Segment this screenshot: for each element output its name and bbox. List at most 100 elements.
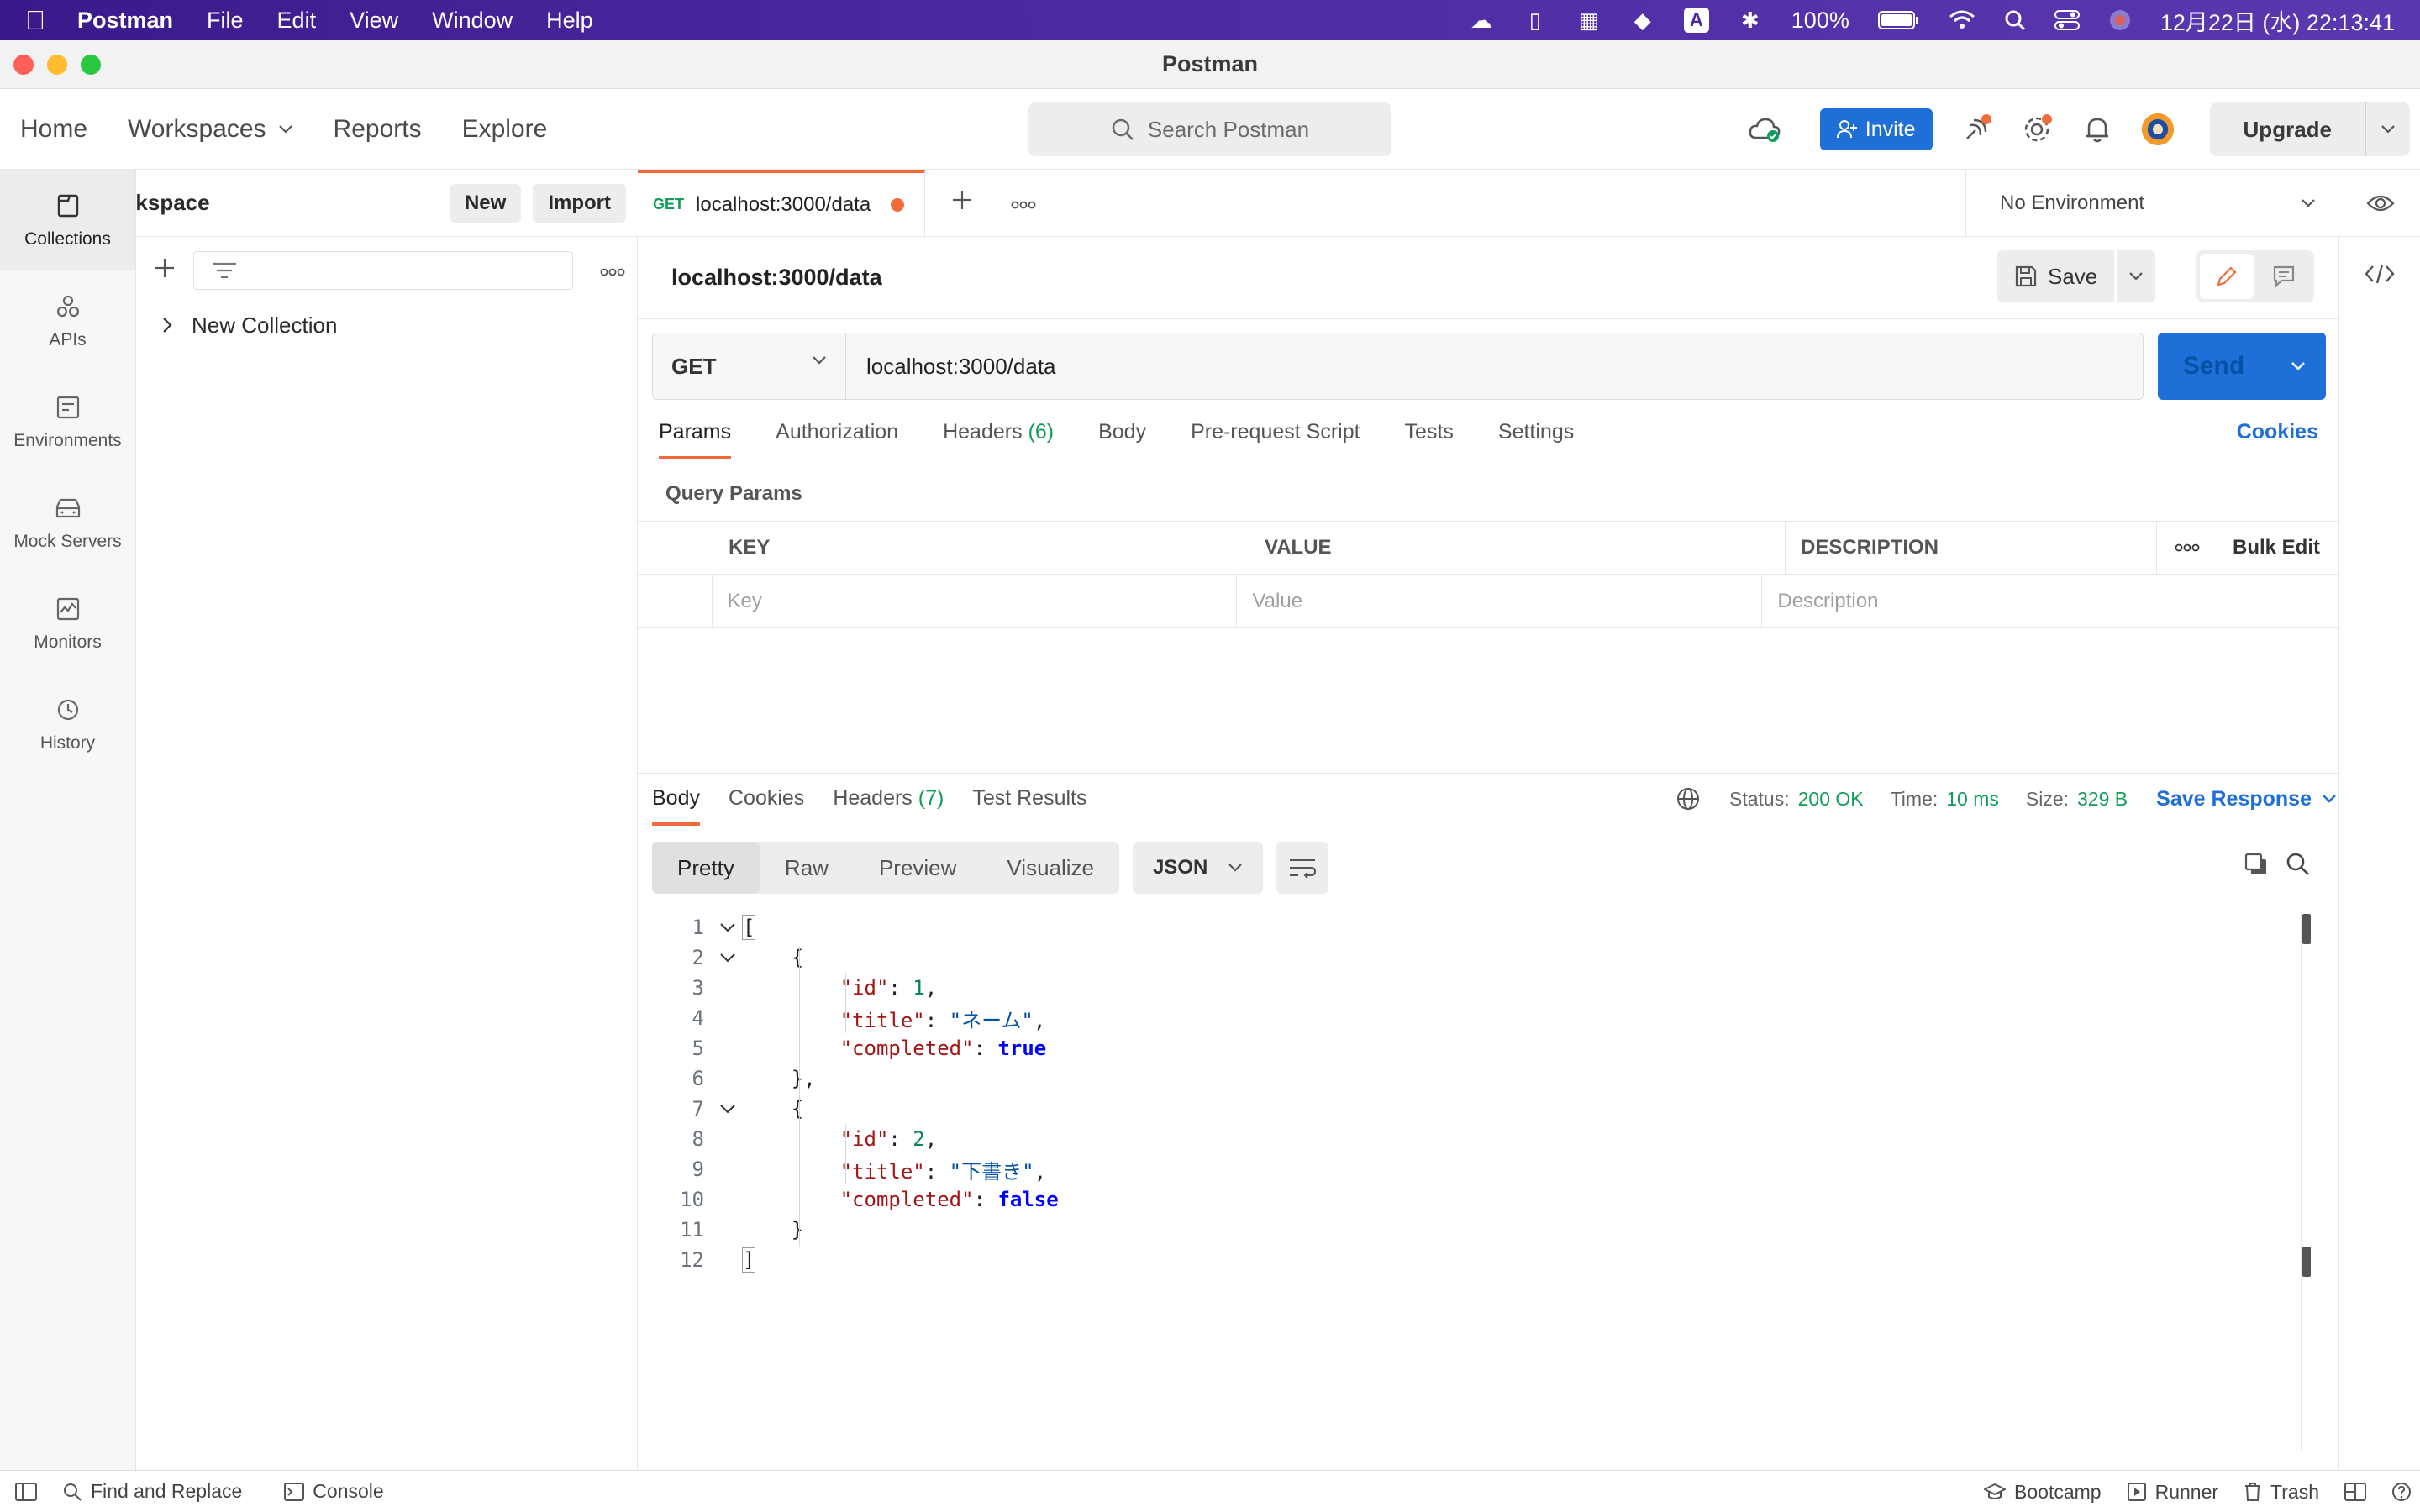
leftnav-collections[interactable]: Collections	[0, 170, 135, 270]
new-button[interactable]: New	[449, 183, 522, 223]
fold-chevron-icon[interactable]	[713, 1104, 743, 1114]
environment-quick-look-icon[interactable]	[2341, 170, 2420, 237]
layout-icon[interactable]: ▦	[1576, 8, 1602, 33]
menu-file[interactable]: File	[207, 8, 244, 34]
response-divider[interactable]	[638, 773, 2338, 774]
avatar[interactable]	[2141, 113, 2175, 146]
search-response-icon[interactable]	[2286, 852, 2311, 883]
settings-gear-icon[interactable]	[2020, 113, 2054, 146]
tab-authorization[interactable]: Authorization	[776, 420, 898, 456]
menubar-clock[interactable]: 12月22日 (水) 22:13:41	[2160, 4, 2395, 37]
filter-input[interactable]	[193, 251, 573, 290]
cloud-sync-status-icon[interactable]	[1748, 113, 1781, 146]
response-tab-cookies[interactable]: Cookies	[729, 786, 804, 822]
tab-tests[interactable]: Tests	[1405, 420, 1454, 456]
cookies-link[interactable]: Cookies	[2237, 420, 2318, 444]
url-input[interactable]: localhost:3000/data	[846, 354, 1056, 380]
spotlight-search-icon[interactable]	[2004, 9, 2026, 31]
bluetooth-icon[interactable]: ✱	[1738, 8, 1763, 33]
tab-options-icon[interactable]	[1011, 192, 1036, 215]
param-description-input[interactable]: Description	[1762, 575, 2338, 627]
param-key-input[interactable]: Key	[713, 575, 1238, 627]
response-tab-test-results[interactable]: Test Results	[972, 786, 1086, 822]
size-value[interactable]: 329 B	[2077, 788, 2128, 811]
upgrade-chevron-icon[interactable]	[2366, 124, 2410, 134]
nav-explore[interactable]: Explore	[462, 115, 548, 144]
leftnav-mock-servers[interactable]: Mock Servers	[0, 472, 135, 573]
copy-icon[interactable]	[2244, 852, 2269, 883]
status-value[interactable]: 200 OK	[1798, 788, 1864, 811]
tab-body[interactable]: Body	[1098, 420, 1146, 456]
find-and-replace-button[interactable]: Find and Replace	[62, 1480, 242, 1503]
satellite-icon[interactable]	[1960, 113, 1993, 146]
nav-reports[interactable]: Reports	[334, 115, 422, 144]
tab-settings[interactable]: Settings	[1498, 420, 1574, 456]
console-button[interactable]: Console	[284, 1480, 384, 1503]
save-response-button[interactable]: Save Response	[2156, 787, 2337, 811]
view-visualize[interactable]: Visualize	[981, 842, 1119, 894]
view-preview[interactable]: Preview	[854, 842, 981, 894]
runner-button[interactable]: Runner	[2127, 1481, 2218, 1504]
leftnav-apis[interactable]: APIs	[0, 270, 135, 371]
app-icon[interactable]: ◆	[1630, 8, 1655, 33]
notifications-bell-icon[interactable]	[2081, 113, 2114, 146]
nav-home[interactable]: Home	[20, 115, 87, 144]
wrap-lines-icon[interactable]	[1276, 842, 1329, 894]
battery-icon[interactable]	[1877, 10, 1920, 30]
menu-app-name[interactable]: Postman	[77, 8, 173, 34]
editor-scrollbar[interactable]	[2302, 912, 2311, 1450]
wifi-icon[interactable]	[1949, 9, 1975, 31]
tab-pre-request-script[interactable]: Pre-request Script	[1191, 420, 1360, 456]
menu-view[interactable]: View	[350, 8, 398, 34]
column-options-icon[interactable]	[2157, 522, 2217, 574]
param-value-input[interactable]: Value	[1237, 575, 1763, 627]
request-name[interactable]: localhost:3000/data	[671, 265, 882, 291]
save-button[interactable]: Save	[1997, 250, 2115, 302]
fold-chevron-icon[interactable]	[713, 953, 743, 963]
send-options-button[interactable]	[2270, 333, 2326, 400]
invite-button[interactable]: Invite	[1819, 108, 1933, 150]
response-tab-body[interactable]: Body	[652, 786, 700, 826]
upgrade-button[interactable]: Upgrade	[2209, 102, 2410, 156]
nav-workspaces[interactable]: Workspaces	[128, 115, 293, 144]
request-tab[interactable]: GET localhost:3000/data	[638, 169, 925, 237]
search-input[interactable]: Search Postman	[1028, 102, 1392, 156]
method-select[interactable]: GET	[653, 333, 846, 399]
new-tab-icon[interactable]	[950, 188, 974, 218]
send-button[interactable]: Send	[2158, 333, 2270, 400]
save-options-button[interactable]	[2117, 250, 2156, 302]
time-value[interactable]: 10 ms	[1946, 788, 1999, 811]
chevron-right-icon[interactable]	[161, 317, 173, 333]
globe-icon[interactable]	[1676, 786, 1701, 811]
bootcamp-button[interactable]: Bootcamp	[1984, 1481, 2102, 1504]
zoom-window-button[interactable]	[81, 55, 101, 75]
leftnav-environments[interactable]: Environments	[0, 371, 135, 472]
response-body-editor[interactable]: 1[ 2 { 3 "id": 1, 4 "title": "ネーム", 5 "c…	[652, 912, 2316, 1450]
environment-selector[interactable]: No Environment	[1965, 170, 2341, 237]
more-options-icon[interactable]	[600, 259, 625, 282]
response-tab-headers[interactable]: Headers (7)	[833, 786, 944, 822]
minimize-window-button[interactable]	[47, 55, 67, 75]
leftnav-history[interactable]: History	[0, 674, 135, 774]
control-center-icon[interactable]	[2054, 9, 2080, 31]
leftnav-monitors[interactable]: Monitors	[0, 573, 135, 674]
collection-item[interactable]: New Collection	[136, 304, 637, 346]
fold-chevron-icon[interactable]	[713, 922, 743, 932]
format-select[interactable]: JSON	[1133, 842, 1264, 894]
comments-icon[interactable]	[2257, 254, 2311, 299]
input-method-icon[interactable]: A	[1683, 8, 1709, 33]
import-button[interactable]: Import	[533, 183, 626, 223]
add-collection-icon[interactable]	[153, 256, 176, 286]
apple-menu-icon[interactable]: 	[25, 5, 45, 36]
menu-help[interactable]: Help	[546, 8, 593, 34]
siri-icon[interactable]	[2108, 8, 2132, 32]
menu-edit[interactable]: Edit	[277, 8, 317, 34]
close-window-button[interactable]	[13, 55, 34, 75]
view-pretty[interactable]: Pretty	[652, 842, 760, 894]
tab-params[interactable]: Params	[659, 420, 732, 459]
trash-button[interactable]: Trash	[2244, 1481, 2319, 1504]
view-raw[interactable]: Raw	[760, 842, 854, 894]
edit-pencil-icon[interactable]	[2200, 254, 2254, 299]
two-pane-view-icon[interactable]	[2344, 1483, 2366, 1501]
help-icon[interactable]	[2391, 1482, 2412, 1502]
